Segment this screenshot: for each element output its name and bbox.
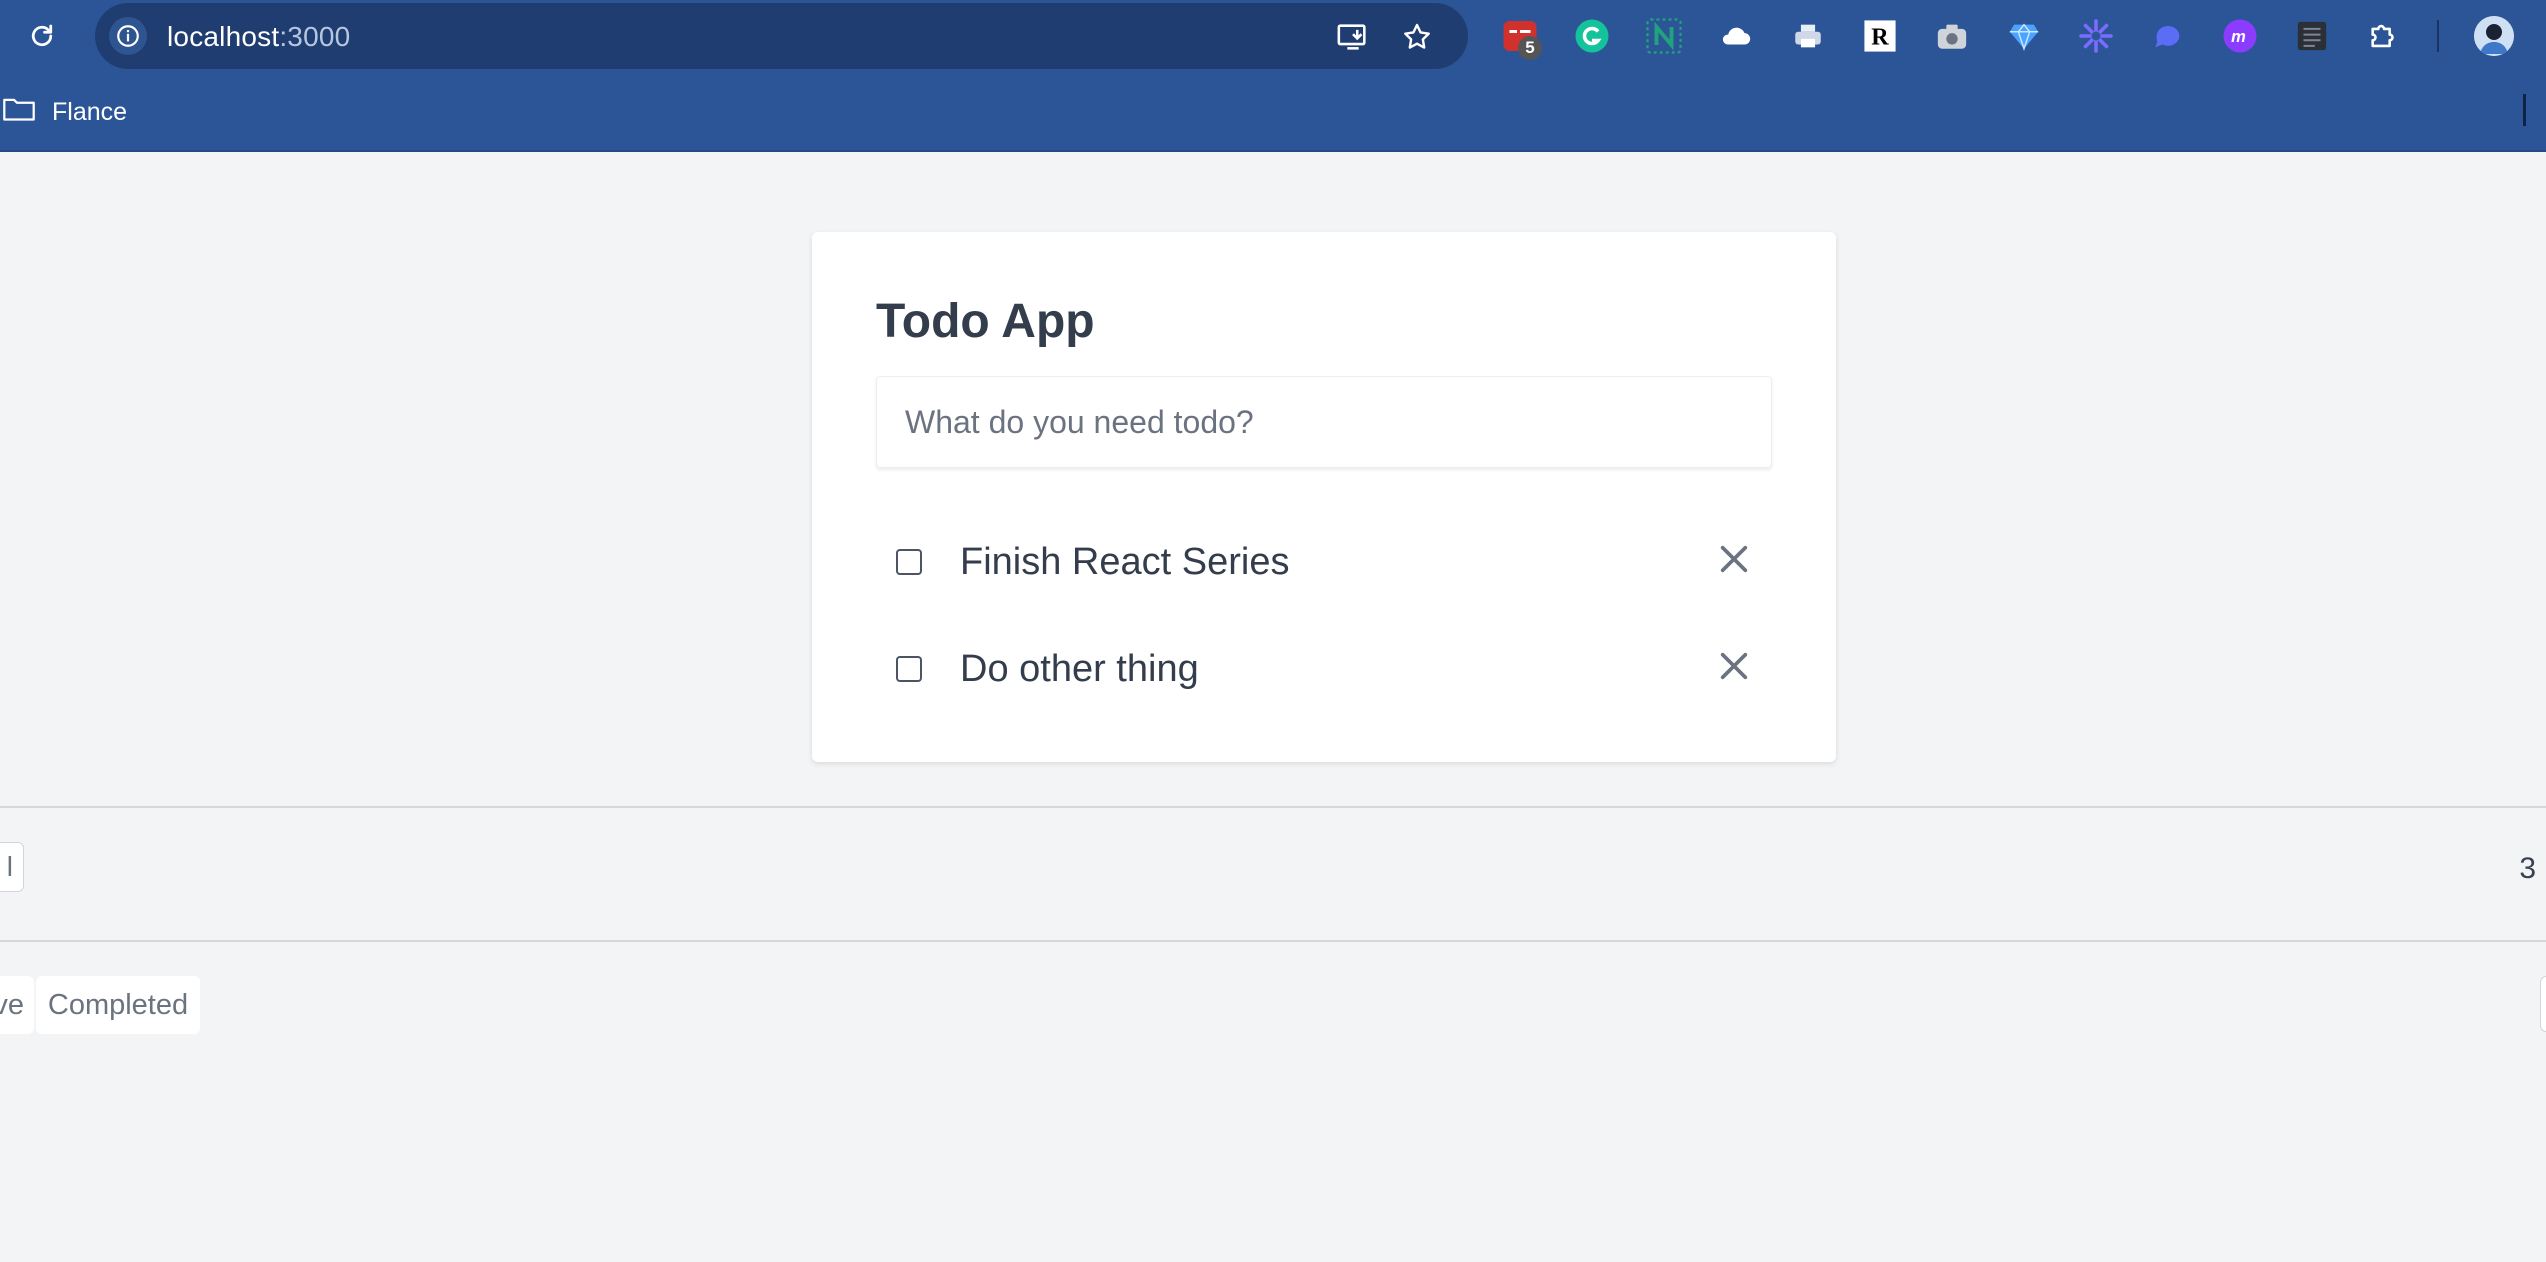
- puzzle-extensions-icon[interactable]: [2364, 16, 2404, 56]
- filter-active-button[interactable]: ve: [0, 976, 34, 1034]
- bookmarks-bar-edge: [2523, 94, 2526, 126]
- reader-extension-icon[interactable]: [2292, 16, 2332, 56]
- printer-extension-icon[interactable]: [1788, 16, 1828, 56]
- left-edge-button[interactable]: l: [0, 842, 24, 892]
- extension-badge: 5: [1518, 36, 1542, 60]
- todo-text: Do other thing: [960, 647, 1199, 690]
- url-host: localhost: [167, 21, 280, 52]
- site-info-icon[interactable]: [109, 17, 147, 55]
- delete-todo-button[interactable]: [1714, 648, 1754, 688]
- url-port: :3000: [279, 21, 351, 52]
- new-todo-input[interactable]: [876, 376, 1772, 468]
- todo-checkbox[interactable]: [896, 656, 922, 682]
- delete-todo-button[interactable]: [1714, 541, 1754, 581]
- todo-text: Finish React Series: [960, 540, 1290, 583]
- todo-item: Finish React Series: [876, 527, 1772, 597]
- todo-item: Do other thing: [876, 634, 1772, 704]
- notion-extension-icon[interactable]: [1644, 16, 1684, 56]
- folder-icon: [2, 95, 36, 130]
- svg-text:m: m: [2231, 28, 2246, 46]
- todo-card: Todo App Finish React Series Do other th…: [812, 232, 1836, 762]
- page-title: Todo App: [876, 295, 1095, 348]
- bookmark-folder-label: Flance: [52, 97, 128, 126]
- reload-icon[interactable]: [22, 16, 62, 56]
- filter-completed-button[interactable]: Completed: [36, 976, 200, 1034]
- svg-text:R: R: [1871, 25, 1889, 51]
- cloud-extension-icon[interactable]: [1716, 16, 1756, 56]
- items-count: 3: [2519, 852, 2536, 885]
- install-app-icon[interactable]: [1335, 19, 1371, 55]
- bookmark-star-icon[interactable]: [1399, 19, 1435, 55]
- todo-checkbox[interactable]: [896, 549, 922, 575]
- close-icon: [1717, 649, 1751, 688]
- chat-extension-icon[interactable]: [2148, 16, 2188, 56]
- browser-toolbar: localhost:3000 5 R m: [0, 0, 2546, 72]
- readwise-extension-icon[interactable]: R: [1860, 16, 1900, 56]
- todoist-extension-icon[interactable]: 5: [1500, 16, 1542, 60]
- camera-extension-icon[interactable]: [1932, 16, 1972, 56]
- right-edge-button[interactable]: [2540, 976, 2546, 1032]
- sparkle-extension-icon[interactable]: [2076, 16, 2116, 56]
- profile-avatar[interactable]: [2474, 16, 2514, 56]
- divider-line: [0, 940, 2546, 942]
- url-text[interactable]: localhost:3000: [167, 21, 350, 53]
- divider-line: [0, 806, 2546, 808]
- bookmark-folder-flance[interactable]: Flance: [2, 92, 127, 132]
- close-icon: [1717, 542, 1751, 581]
- gem-extension-icon[interactable]: [2004, 16, 2044, 56]
- bookmarks-bar: Flance: [0, 72, 2546, 152]
- grammarly-extension-icon[interactable]: [1572, 16, 1612, 56]
- m-extension-icon[interactable]: m: [2220, 16, 2260, 56]
- address-bar[interactable]: localhost:3000: [95, 3, 1468, 69]
- toolbar-divider: [2437, 20, 2439, 52]
